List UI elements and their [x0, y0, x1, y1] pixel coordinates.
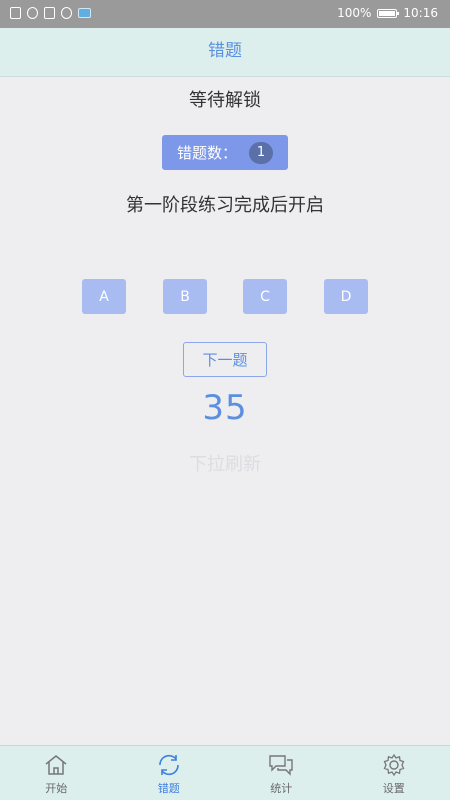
nav-label-start: 开始 — [45, 782, 68, 795]
battery-percent: 100% — [337, 6, 372, 20]
nav-label-stats: 统计 — [270, 782, 293, 795]
question-text: 第一阶段练习完成后开启 — [126, 195, 324, 216]
nav-item-settings[interactable]: 设置 — [338, 746, 450, 800]
bottom-nav: 开始 错题 统计 设置 — [0, 745, 450, 800]
vpn-icon — [61, 7, 72, 19]
option-b-button[interactable]: B — [163, 279, 207, 314]
lock-status-text: 等待解锁 — [189, 90, 261, 111]
clock: 10:16 — [403, 6, 438, 20]
home-icon — [45, 755, 67, 775]
battery-icon — [377, 8, 400, 18]
refresh-icon — [158, 754, 179, 776]
wrong-count-label: 错题数： — [176, 144, 237, 162]
usb-icon — [44, 7, 55, 19]
nav-label-wrong: 错题 — [157, 782, 180, 795]
chat-icon — [269, 755, 293, 776]
status-bar: 100% 10:16 — [0, 0, 450, 28]
wrong-count-badge: 1 — [249, 141, 273, 164]
page-title: 错题 — [208, 41, 242, 61]
gear-icon — [383, 753, 405, 777]
page-header: 错题 — [0, 28, 450, 77]
nav-item-wrong[interactable]: 错题 — [113, 746, 226, 800]
status-icons-right: 100% 10:16 — [337, 6, 438, 20]
gallery-icon — [78, 8, 91, 18]
wrong-count-button[interactable]: 错题数： 1 — [162, 135, 288, 170]
nav-item-start[interactable]: 开始 — [0, 746, 113, 800]
sim-card-icon — [10, 7, 21, 19]
option-d-button[interactable]: D — [324, 279, 368, 314]
screen: 100% 10:16 错题 等待解锁 错题数： 1 第一阶段练习完成后开启 A … — [0, 0, 450, 800]
nav-label-settings: 设置 — [382, 782, 405, 795]
countdown-timer: 35 — [202, 388, 248, 428]
next-question-button[interactable]: 下一题 — [183, 342, 267, 377]
pull-to-refresh-hint: 下拉刷新 — [189, 454, 261, 475]
nav-item-stats[interactable]: 统计 — [225, 746, 338, 800]
status-icons-left — [10, 7, 91, 19]
option-a-button[interactable]: A — [82, 279, 126, 314]
wifi-icon — [27, 7, 38, 19]
option-c-button[interactable]: C — [243, 279, 287, 314]
